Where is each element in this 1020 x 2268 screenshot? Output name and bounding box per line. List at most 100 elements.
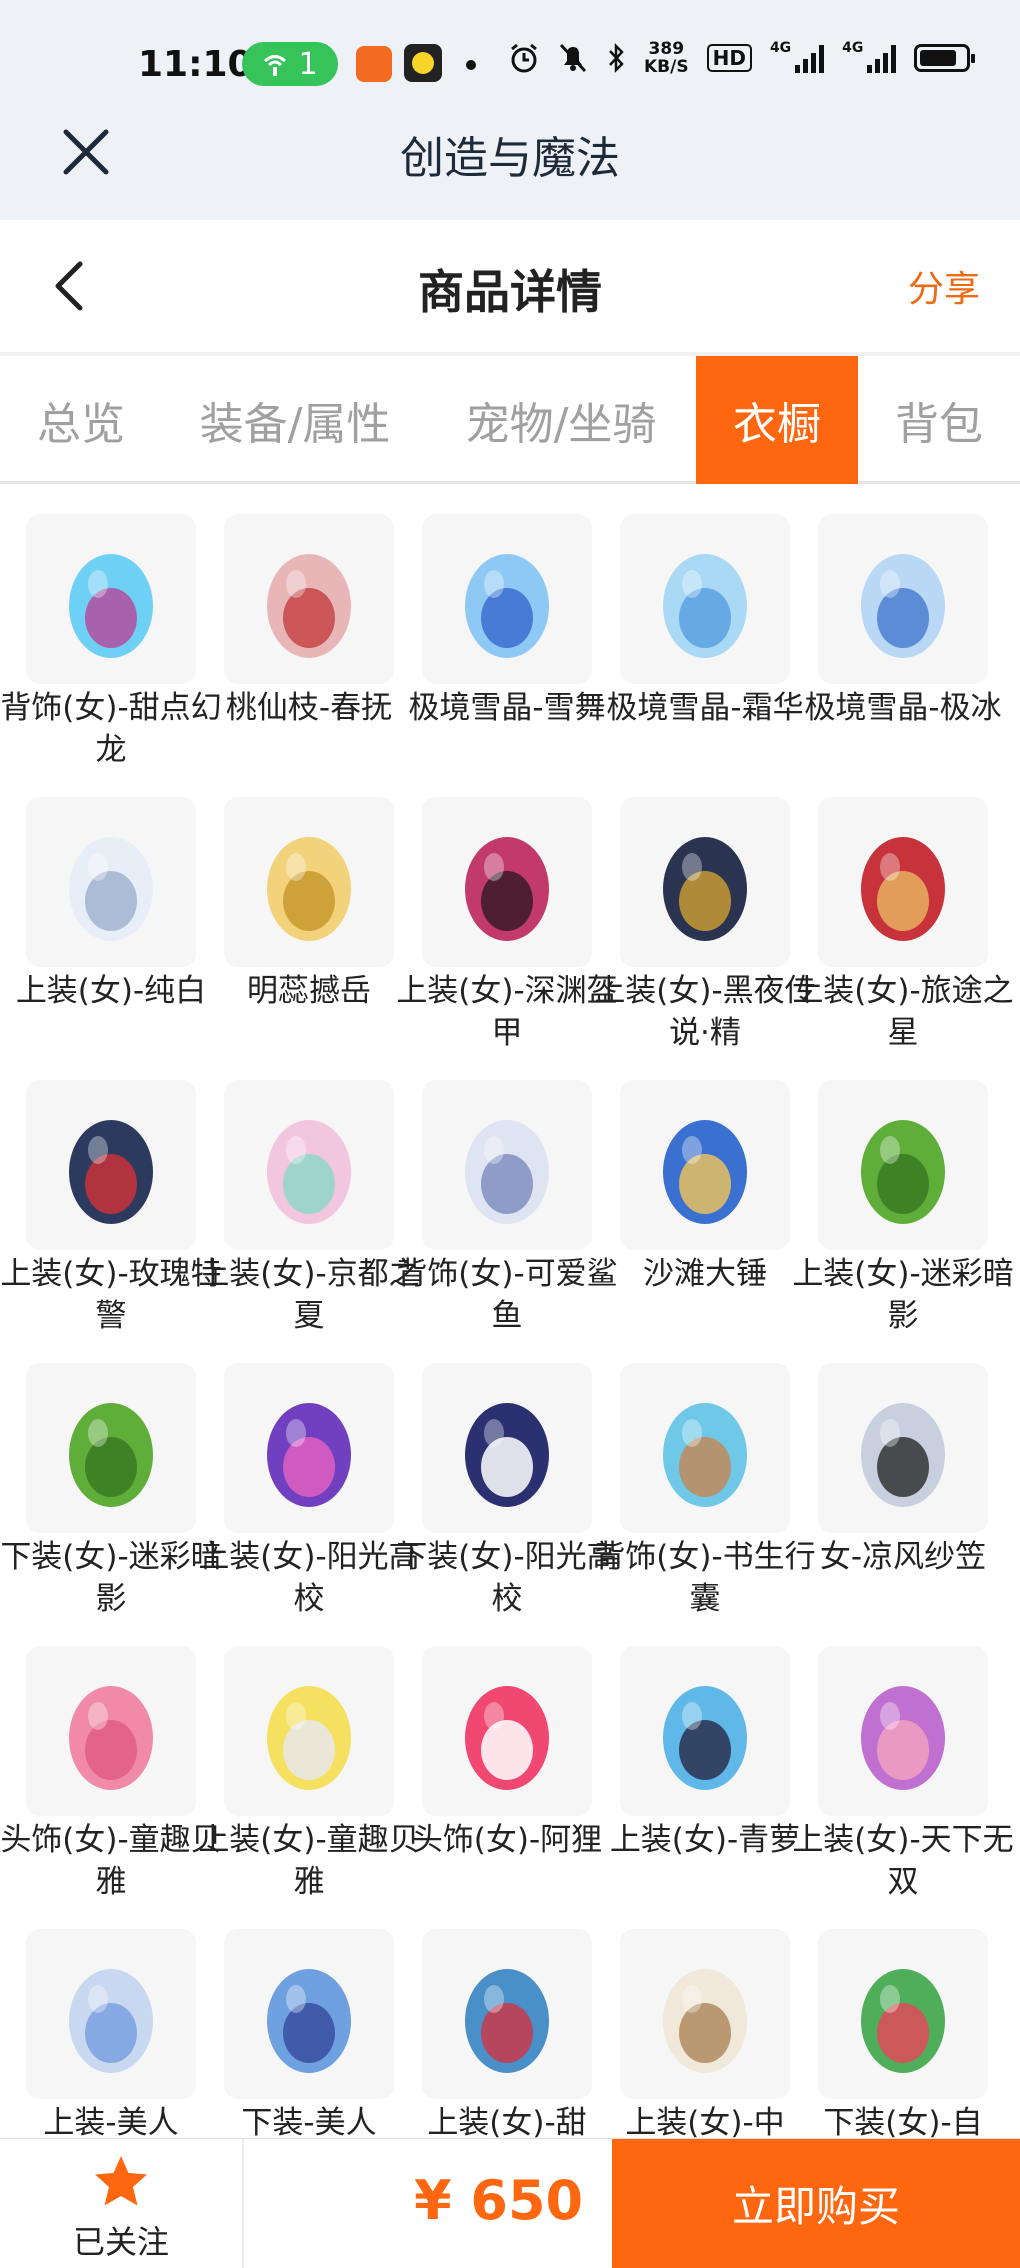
tab-backpack[interactable]: 背包 [858,356,1020,484]
tab-wardrobe[interactable]: 衣橱 [696,356,858,484]
wardrobe-item[interactable]: 上装(女)-甜 [396,1899,594,2140]
item-thumbnail[interactable] [224,1363,394,1533]
ice-crossbow-icon [663,554,747,658]
network-type-1: 4G [769,40,792,56]
share-button[interactable]: 分享 [908,260,980,312]
follow-button[interactable]: 已关注 [0,2139,244,2268]
item-thumbnail[interactable] [422,514,592,684]
item-thumbnail[interactable] [26,797,196,967]
item-name: 极境雪晶-雪舞 [408,690,606,726]
wardrobe-item[interactable]: 极境雪晶-雪舞 [396,484,606,767]
item-name: 背饰(女)-可爱鲨鱼 [396,1256,618,1334]
tribal-skirt-icon [861,1969,945,2073]
item-thumbnail[interactable] [422,1929,592,2099]
wardrobe-item[interactable]: 背饰(女)-可爱鲨鱼 [396,1050,618,1334]
item-thumbnail[interactable] [26,1080,196,1250]
white-blouse-icon [663,1969,747,2073]
wardrobe-item[interactable]: 极境雪晶-霜华 [594,484,804,767]
wardrobe-item[interactable]: 背饰(女)-书生行囊 [594,1333,816,1617]
item-thumbnail[interactable] [224,1929,394,2099]
item-thumbnail[interactable] [620,1080,790,1250]
more-notifications-dot [466,60,476,70]
tab-equipment[interactable]: 装备/属性 [180,356,410,484]
item-thumbnail[interactable] [224,1080,394,1250]
item-thumbnail[interactable] [26,514,196,684]
item-thumbnail[interactable] [818,1080,988,1250]
veiled-hat-icon [861,1403,945,1507]
kimono-icon [267,1120,351,1224]
item-name: 上装(女)-纯白 [15,973,207,1009]
item-thumbnail[interactable] [818,1929,988,2099]
wardrobe-item[interactable]: 桃仙枝-春抚 [198,484,396,767]
item-thumbnail[interactable] [26,1646,196,1816]
item-name: 上装(女)-甜 [427,2105,587,2140]
wardrobe-item[interactable]: 上装(女)-青萝 [594,1616,800,1899]
wardrobe-item[interactable]: 下装(女)-自 [792,1899,990,2140]
wardrobe-item[interactable]: 上装(女)-阳光高校 [198,1333,420,1617]
wardrobe-item[interactable]: 上装(女)-旅途之星 [792,767,1014,1051]
wardrobe-item[interactable]: 极境雪晶-极冰 [792,484,1002,767]
item-thumbnail[interactable] [818,1363,988,1533]
item-thumbnail[interactable] [422,1646,592,1816]
wardrobe-item[interactable]: 明蕊撼岳 [198,767,396,1050]
wardrobe-item[interactable]: 上装(女)-迷彩暗影 [792,1050,1014,1334]
wardrobe-item[interactable]: 女-凉风纱笠 [792,1333,990,1616]
item-name: 明蕊撼岳 [247,973,371,1009]
blue-dress-icon [663,1686,747,1790]
tab-overview[interactable]: 总览 [0,356,162,484]
wardrobe-item[interactable]: 上装(女)-童趣贝雅 [198,1616,420,1900]
wardrobe-item[interactable]: 背饰(女)-甜点幻龙 [0,484,222,768]
item-name: 头饰(女)-童趣贝雅 [0,1822,222,1900]
wardrobe-item[interactable]: 头饰(女)-童趣贝雅 [0,1616,222,1900]
tab-pets-mounts[interactable]: 宠物/坐骑 [446,356,676,484]
hd-voice-icon: HD [706,44,752,72]
wardrobe-item[interactable]: 上装(女)-中 [594,1899,792,2140]
item-thumbnail[interactable] [422,1363,592,1533]
wardrobe-item[interactable]: 下装(女)-迷彩暗影 [0,1333,222,1617]
status-time: 11:10 [138,44,253,85]
item-name: 上装(女)-中 [625,2105,785,2140]
item-thumbnail[interactable] [224,514,394,684]
wardrobe-item[interactable]: 上装(女)-天下无双 [792,1616,1014,1900]
pink-hair-icon [69,1686,153,1790]
item-thumbnail[interactable] [818,514,988,684]
wardrobe-item[interactable]: 下装(女)-阳光高校 [396,1333,618,1617]
item-name: 下装(女)-迷彩暗影 [0,1539,222,1617]
wardrobe-item[interactable]: 上装(女)-京都之夏 [198,1050,420,1334]
wardrobe-item[interactable]: 上装(女)-黑夜传说·精 [594,767,816,1051]
wardrobe-item[interactable]: 上装(女)-玫瑰特警 [0,1050,222,1334]
item-thumbnail[interactable] [26,1929,196,2099]
item-thumbnail[interactable] [620,1646,790,1816]
item-thumbnail[interactable] [620,1929,790,2099]
wardrobe-item[interactable]: 上装(女)-深渊盔甲 [396,767,618,1051]
item-name: 上装-美人 [43,2105,179,2140]
item-thumbnail[interactable] [620,1363,790,1533]
wardrobe-item[interactable]: 头饰(女)-阿狸 [396,1616,602,1899]
price: ¥ 650 [414,2169,584,2232]
item-thumbnail[interactable] [422,1080,592,1250]
wardrobe-item[interactable]: 上装(女)-纯白 [0,767,206,1050]
item-name: 上装(女)-京都之夏 [198,1256,420,1334]
item-thumbnail[interactable] [224,1646,394,1816]
buy-now-button[interactable]: 立即购买 [612,2139,1020,2268]
network-type-2: 4G [842,40,864,56]
item-thumbnail[interactable] [818,797,988,967]
signal-bars-icon-2 [867,43,897,73]
shark-backpack-icon [465,1120,549,1224]
item-thumbnail[interactable] [620,797,790,967]
item-thumbnail[interactable] [620,514,790,684]
fox-head-icon [465,1686,549,1790]
follow-label: 已关注 [72,2223,169,2261]
school-jacket-icon [267,1403,351,1507]
wardrobe-item[interactable]: 下装-美人 [198,1899,396,2140]
wardrobe-item[interactable]: 沙滩大锤 [594,1050,792,1333]
item-thumbnail[interactable] [422,797,592,967]
item-thumbnail[interactable] [26,1363,196,1533]
item-thumbnail[interactable] [818,1646,988,1816]
night-legend-armor-icon [663,837,747,941]
item-thumbnail[interactable] [224,797,394,967]
wifi-hotspot-icon [264,55,287,76]
wardrobe-item[interactable]: 上装-美人 [0,1899,198,2140]
school-boots-icon [465,1403,549,1507]
battery-icon [914,44,976,72]
